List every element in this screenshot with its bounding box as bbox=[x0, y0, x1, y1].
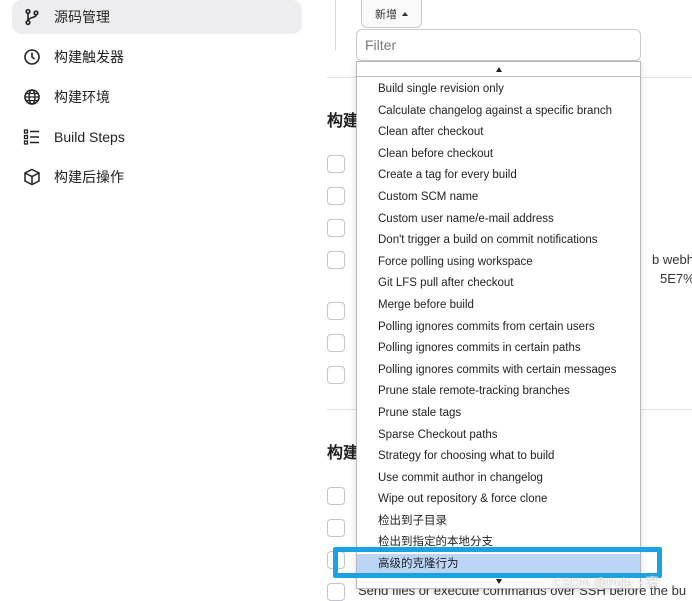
dropdown-item[interactable]: Force polling using workspace bbox=[357, 252, 640, 274]
dropdown-item[interactable]: Prune stale tags bbox=[357, 403, 640, 425]
checkbox[interactable] bbox=[327, 551, 345, 569]
checkbox[interactable] bbox=[327, 302, 345, 320]
dropdown-item[interactable]: Build single revision only bbox=[357, 79, 640, 101]
triangle-down-icon bbox=[495, 578, 502, 584]
dropdown-item[interactable]: Clean after checkout bbox=[357, 122, 640, 144]
checkbox[interactable] bbox=[327, 366, 345, 384]
sidebar-item-label: Build Steps bbox=[54, 129, 125, 145]
option-label-partial: b webho bbox=[652, 252, 692, 267]
dropdown-item[interactable]: 检出到子目录 bbox=[357, 511, 640, 533]
checkbox[interactable] bbox=[327, 334, 345, 352]
add-button-label: 新增 bbox=[375, 8, 397, 21]
add-button[interactable]: 新增 bbox=[361, 0, 422, 28]
checkbox[interactable] bbox=[327, 519, 345, 537]
dropdown-item[interactable]: Use commit author in changelog bbox=[357, 468, 640, 490]
dropdown-item[interactable]: Polling ignores commits in certain paths bbox=[357, 338, 640, 360]
dropdown-item[interactable]: Create a tag for every build bbox=[357, 165, 640, 187]
watermark: CSDN @Pole丶豪 bbox=[553, 575, 659, 590]
dropdown-item[interactable]: Custom SCM name bbox=[357, 187, 640, 209]
sidebar-item-post-build-actions[interactable]: 构建后操作 bbox=[12, 160, 302, 194]
globe-icon bbox=[22, 87, 42, 107]
dropdown-list: Build single revision only Calculate cha… bbox=[357, 79, 640, 576]
option-url-partial: 5E7%A9% bbox=[660, 271, 692, 286]
checkbox[interactable] bbox=[327, 155, 345, 173]
source-branch-icon bbox=[22, 7, 42, 27]
sidebar-item-build-triggers[interactable]: 构建触发器 bbox=[12, 40, 302, 74]
checkbox[interactable] bbox=[327, 487, 345, 505]
checkbox[interactable] bbox=[327, 187, 345, 205]
section-title-build-environment: 构建 bbox=[327, 445, 360, 462]
section-title-build-trigger: 构建 bbox=[327, 113, 360, 130]
sidebar-item-label: 构建环境 bbox=[54, 89, 110, 105]
filter-input[interactable] bbox=[356, 29, 641, 61]
dropdown-item[interactable]: Polling ignores commits with certain mes… bbox=[357, 360, 640, 382]
dropdown-item[interactable]: Wipe out repository & force clone bbox=[357, 489, 640, 511]
sidebar-item-build-steps[interactable]: Build Steps bbox=[12, 120, 302, 154]
dropdown-item[interactable]: Custom user name/e-mail address bbox=[357, 209, 640, 231]
dropdown-item[interactable]: Git LFS pull after checkout bbox=[357, 273, 640, 295]
triangle-up-icon bbox=[495, 66, 502, 72]
behaviour-dropdown: Build single revision only Calculate cha… bbox=[356, 61, 641, 589]
sidebar-item-source-management[interactable]: 源码管理 bbox=[12, 0, 302, 34]
checkbox[interactable] bbox=[327, 583, 345, 601]
clock-icon bbox=[22, 47, 42, 67]
sidebar-item-label: 源码管理 bbox=[54, 9, 110, 25]
dropdown-item[interactable]: Don't trigger a build on commit notifica… bbox=[357, 230, 640, 252]
checkbox[interactable] bbox=[327, 219, 345, 237]
sidebar: 源码管理 构建触发器 构建环境 Build Steps 构建后操作 bbox=[0, 0, 310, 599]
content-divider bbox=[335, 0, 336, 50]
dropdown-item[interactable]: Strategy for choosing what to build bbox=[357, 446, 640, 468]
dropdown-item[interactable]: Prune stale remote-tracking branches bbox=[357, 381, 640, 403]
sidebar-item-build-environment[interactable]: 构建环境 bbox=[12, 80, 302, 114]
list-icon bbox=[22, 127, 42, 147]
dropdown-item[interactable]: Polling ignores commits from certain use… bbox=[357, 317, 640, 339]
package-icon bbox=[22, 167, 42, 187]
sidebar-item-label: 构建后操作 bbox=[54, 169, 124, 185]
dropdown-item[interactable]: Merge before build bbox=[357, 295, 640, 317]
caret-up-icon bbox=[402, 11, 408, 16]
dropdown-item[interactable]: 检出到指定的本地分支 bbox=[357, 532, 640, 554]
dropdown-item[interactable]: Sparse Checkout paths bbox=[357, 425, 640, 447]
dropdown-item[interactable]: Clean before checkout bbox=[357, 144, 640, 166]
sidebar-item-label: 构建触发器 bbox=[54, 49, 124, 65]
scroll-up-button[interactable] bbox=[357, 62, 640, 77]
dropdown-item[interactable]: Calculate changelog against a specific b… bbox=[357, 101, 640, 123]
checkbox[interactable] bbox=[327, 251, 345, 269]
